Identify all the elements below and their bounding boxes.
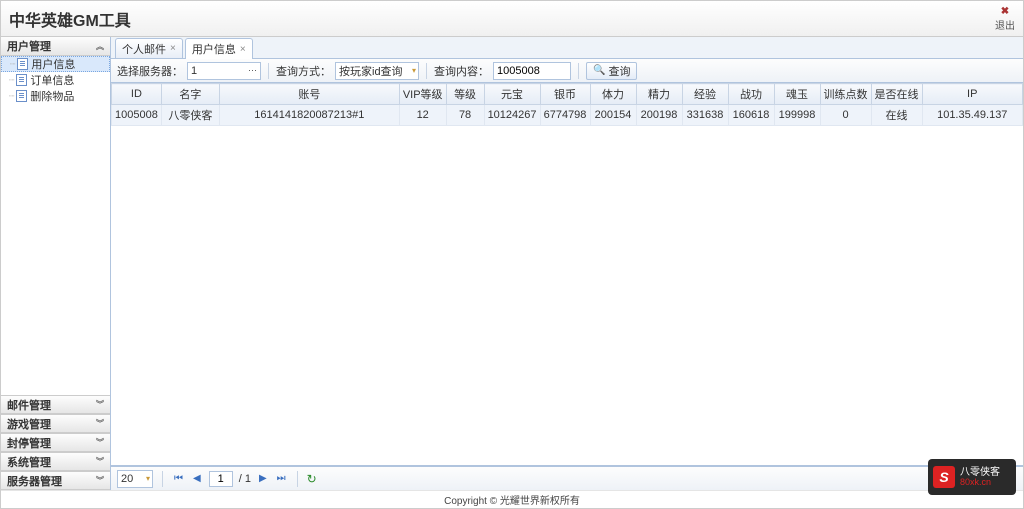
separator: [297, 471, 298, 487]
chevron-down-icon: ︾: [96, 399, 104, 410]
col-name[interactable]: 名字: [161, 84, 219, 105]
table-row[interactable]: 1005008 八零侠客 1614141820087213#1 12 78 10…: [112, 105, 1023, 126]
last-page-button[interactable]: ⏭: [275, 473, 288, 484]
prev-page-button[interactable]: ◀: [191, 473, 203, 484]
refresh-button[interactable]: ↻: [307, 472, 317, 486]
watermark-logo: S: [933, 466, 955, 488]
separator: [162, 471, 163, 487]
col-energy[interactable]: 精力: [636, 84, 682, 105]
server-select[interactable]: 1 ⋯: [187, 62, 261, 80]
query-input[interactable]: [493, 62, 571, 80]
tab-user-info[interactable]: 用户信息 ×: [185, 38, 253, 59]
app-title: 中华英雄GM工具: [9, 7, 131, 31]
footer: Copyright © 光耀世界新权所有: [1, 490, 1023, 508]
next-page-button[interactable]: ▶: [257, 473, 269, 484]
chevron-down-icon: ︾: [96, 437, 104, 448]
col-online[interactable]: 是否在线: [871, 84, 922, 105]
tree-dash-icon: ┈: [10, 59, 15, 70]
col-train[interactable]: 训练点数: [820, 84, 871, 105]
document-icon: [17, 58, 28, 70]
ellipsis-icon: ⋯: [248, 65, 257, 76]
method-label: 查询方式：: [276, 63, 331, 79]
chevron-down-icon: ︾: [96, 418, 104, 429]
document-icon: [16, 74, 27, 86]
search-button[interactable]: 🔍 查询: [586, 62, 637, 80]
accordion-user-mgmt[interactable]: 用户管理 ︽: [1, 37, 110, 56]
tree-dash-icon: ┈: [9, 91, 14, 102]
col-vip[interactable]: VIP等级: [399, 84, 446, 105]
col-stamina[interactable]: 体力: [590, 84, 636, 105]
separator: [578, 63, 579, 79]
col-account[interactable]: 账号: [219, 84, 399, 105]
accordion-ban-mgmt[interactable]: 封停管理 ︾: [1, 433, 110, 452]
tree-dash-icon: ┈: [9, 75, 14, 86]
col-merit[interactable]: 战功: [728, 84, 774, 105]
accordion-game-mgmt[interactable]: 游戏管理 ︾: [1, 414, 110, 433]
main-panel: 个人邮件 × 用户信息 × 选择服务器： 1 ⋯ 查询方式： 按玩家id查询: [111, 37, 1023, 490]
data-grid: ID 名字 账号 VIP等级 等级 元宝 银币 体力 精力 经验 战功 魂玉 训…: [111, 83, 1023, 126]
sidebar-item-delete-items[interactable]: ┈ 删除物品: [1, 88, 110, 104]
accordion-server-mgmt[interactable]: 服务器管理 ︾: [1, 471, 110, 490]
col-ip[interactable]: IP: [922, 84, 1022, 105]
sidebar: 用户管理 ︽ ┈ 用户信息 ┈ 订单信息 ┈ 删除物品: [1, 37, 111, 490]
document-icon: [16, 90, 27, 102]
exit-button[interactable]: ✖ 退出: [995, 6, 1015, 32]
grid-container[interactable]: ID 名字 账号 VIP等级 等级 元宝 银币 体力 精力 经验 战功 魂玉 训…: [111, 83, 1023, 466]
dropdown-icon: ▾: [146, 474, 150, 483]
tab-personal-mail[interactable]: 个人邮件 ×: [115, 38, 183, 58]
accordion-body: ┈ 用户信息 ┈ 订单信息 ┈ 删除物品: [1, 56, 110, 395]
page-total: / 1: [239, 473, 251, 485]
sidebar-item-user-info[interactable]: ┈ 用户信息: [1, 56, 110, 72]
accordion-system-mgmt[interactable]: 系统管理 ︾: [1, 452, 110, 471]
app-header: 中华英雄GM工具 ✖ 退出: [1, 1, 1023, 37]
pager: 20 ▾ ⏮ ◀ / 1 ▶ ⏭ ↻: [111, 466, 1023, 490]
chevron-down-icon: ︾: [96, 475, 104, 486]
chevron-down-icon: ︾: [96, 456, 104, 467]
chevron-up-icon: ︽: [96, 41, 104, 52]
col-soul[interactable]: 魂玉: [774, 84, 820, 105]
col-silver[interactable]: 银币: [540, 84, 590, 105]
method-select[interactable]: 按玩家id查询 ▾: [335, 62, 419, 80]
separator: [426, 63, 427, 79]
page-input[interactable]: [209, 471, 233, 487]
col-exp[interactable]: 经验: [682, 84, 728, 105]
dropdown-icon: ▾: [412, 66, 416, 75]
query-label: 查询内容：: [434, 63, 489, 79]
query-toolbar: 选择服务器： 1 ⋯ 查询方式： 按玩家id查询 ▾ 查询内容： 🔍 查询: [111, 59, 1023, 83]
page-size-select[interactable]: 20 ▾: [117, 470, 153, 488]
exit-icon: ✖: [995, 6, 1015, 17]
first-page-button[interactable]: ⏮: [172, 473, 185, 484]
col-yuanbao[interactable]: 元宝: [484, 84, 540, 105]
tab-strip: 个人邮件 × 用户信息 ×: [111, 37, 1023, 59]
close-icon[interactable]: ×: [240, 44, 246, 55]
search-icon: 🔍: [593, 65, 605, 76]
copyright: Copyright © 光耀世界新权所有: [444, 492, 580, 507]
watermark: S 八零侠客 80xk.cn: [928, 459, 1016, 495]
server-label: 选择服务器：: [117, 63, 183, 79]
accordion-mail-mgmt[interactable]: 邮件管理 ︾: [1, 395, 110, 414]
sidebar-item-order-info[interactable]: ┈ 订单信息: [1, 72, 110, 88]
col-level[interactable]: 等级: [446, 84, 484, 105]
separator: [268, 63, 269, 79]
col-id[interactable]: ID: [112, 84, 162, 105]
close-icon[interactable]: ×: [170, 43, 176, 54]
